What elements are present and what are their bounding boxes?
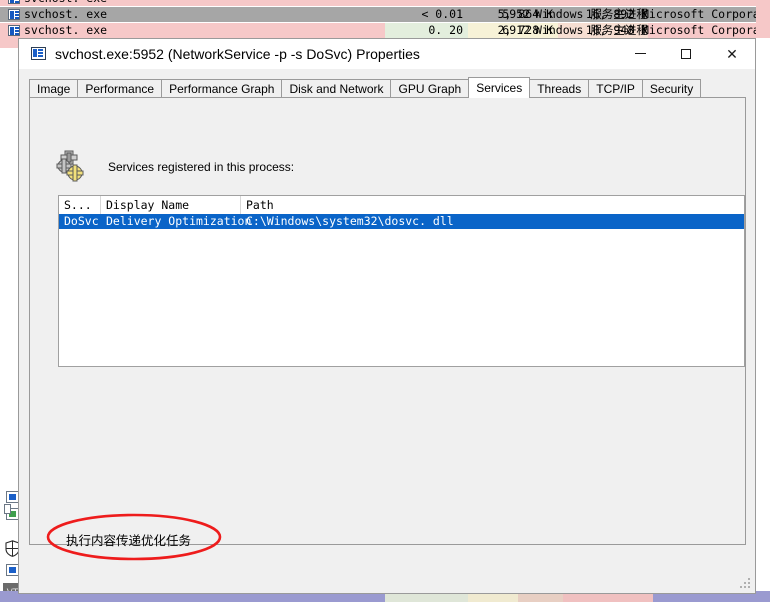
service-key: DoSvc xyxy=(64,214,99,228)
process-name: svchost. exe xyxy=(24,23,108,37)
column-header-display-name[interactable]: Display Name xyxy=(101,196,241,214)
process-description: Windows 服务主进程 xyxy=(535,7,648,21)
close-button[interactable]: ✕ xyxy=(709,39,755,68)
services-listview[interactable]: S... Display Name Path DoSvc Delivery Op… xyxy=(58,195,745,367)
application-properties-icon xyxy=(31,47,46,60)
list-right-margin-lower xyxy=(756,38,770,591)
tab-label: Threads xyxy=(537,82,582,96)
table-row[interactable]: svchost. exe 0. 20 2, 728 K 10, 948 K 69… xyxy=(0,23,770,38)
services-heading: Services registered in this process: xyxy=(108,160,295,174)
column-header-path[interactable]: Path xyxy=(241,196,744,214)
process-pid: 5952 xyxy=(502,7,530,21)
tab-label: GPU Graph xyxy=(398,82,462,96)
tab-tcpip[interactable]: TCP/IP xyxy=(588,79,643,98)
tab-label: Performance Graph xyxy=(169,82,275,96)
tab-image[interactable]: Image xyxy=(29,79,79,98)
tab-threads[interactable]: Threads xyxy=(529,79,590,98)
column-header-service[interactable]: S... xyxy=(59,196,101,214)
process-icon xyxy=(8,9,20,20)
minimize-button[interactable] xyxy=(617,39,663,68)
process-icon xyxy=(8,25,20,36)
annotation-text: 执行内容传递优化任务 xyxy=(66,533,192,548)
close-icon: ✕ xyxy=(726,45,738,62)
tab-services[interactable]: Services xyxy=(468,77,531,98)
tab-performance-graph[interactable]: Performance Graph xyxy=(161,79,283,98)
dialog-titlebar[interactable]: svchost.exe:5952 (NetworkService -p -s D… xyxy=(19,39,755,69)
services-tab-panel: Services registered in this process: S..… xyxy=(29,97,746,561)
process-company: Microsoft Corporation xyxy=(642,7,770,21)
screen: svchost. exe svchost. exe < 0.01 5, 864 … xyxy=(0,0,770,602)
list-right-margin xyxy=(756,0,770,38)
tab-label: Disk and Network xyxy=(289,82,384,96)
process-cpu: 0. 20 xyxy=(428,23,463,37)
process-company: Microsoft Corporation xyxy=(642,23,770,37)
tray-icon-partial xyxy=(4,504,11,514)
services-gears-icon xyxy=(56,150,90,182)
maximize-icon xyxy=(681,48,691,59)
tab-label: TCP/IP xyxy=(596,82,635,96)
process-cpu: < 0.01 xyxy=(421,7,463,21)
service-path: C:\Windows\system32\dosvc. dll xyxy=(246,214,454,228)
tab-label: Security xyxy=(649,82,694,96)
service-display-name: Delivery Optimization xyxy=(106,214,252,228)
list-item[interactable]: DoSvc Delivery Optimization C:\Windows\s… xyxy=(59,214,744,229)
minimize-icon xyxy=(634,53,646,54)
process-icon xyxy=(8,0,20,4)
properties-dialog: svchost.exe:5952 (NetworkService -p -s D… xyxy=(18,38,756,594)
maximize-button[interactable] xyxy=(663,39,709,68)
process-description: Windows 服务主进程 xyxy=(535,23,648,37)
process-pid: 6912 xyxy=(502,23,530,37)
dialog-title: svchost.exe:5952 (NetworkService -p -s D… xyxy=(55,46,420,62)
tab-security[interactable]: Security xyxy=(641,79,702,98)
tab-label: Services xyxy=(476,81,523,95)
tab-label: Image xyxy=(37,82,71,96)
table-row[interactable]: svchost. exe < 0.01 5, 864 K 16, 892 K 5… xyxy=(0,7,770,22)
process-name: svchost. exe xyxy=(24,0,107,6)
process-name: svchost. exe xyxy=(24,7,108,21)
tab-gpu-graph[interactable]: GPU Graph xyxy=(390,79,470,98)
tab-label: Performance xyxy=(85,82,155,96)
table-row[interactable]: svchost. exe xyxy=(0,0,770,6)
tab-performance[interactable]: Performance xyxy=(77,79,163,98)
tab-disk-and-network[interactable]: Disk and Network xyxy=(281,79,392,98)
tab-strip: Image Performance Performance Graph Disk… xyxy=(29,77,745,117)
listview-header: S... Display Name Path xyxy=(59,196,744,215)
resize-grip[interactable] xyxy=(740,578,752,590)
